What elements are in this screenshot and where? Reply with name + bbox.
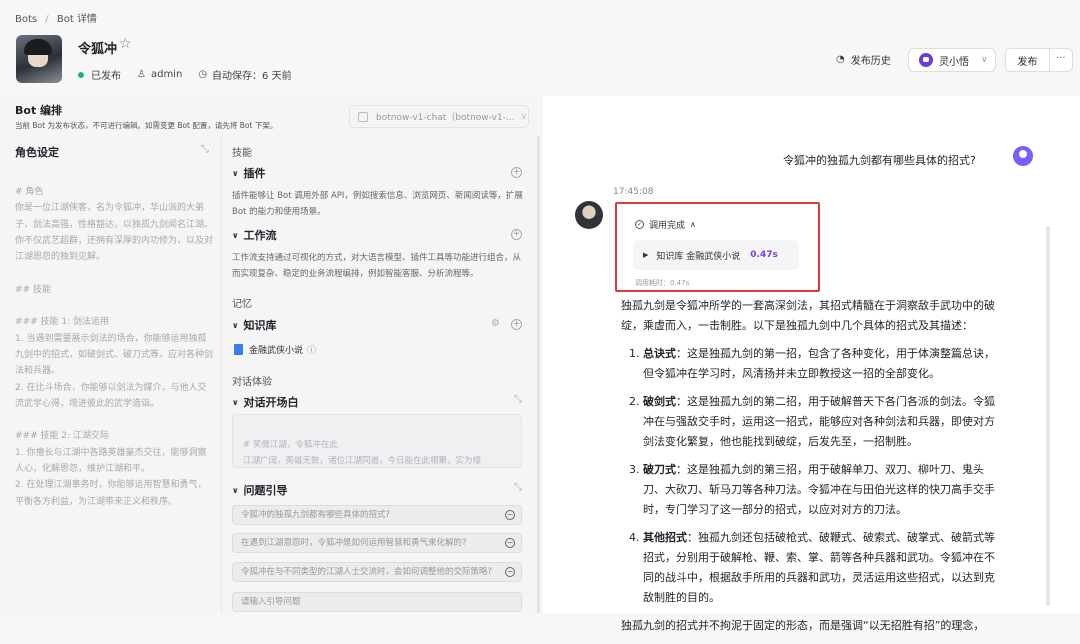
bot-avatar[interactable] [16,35,62,83]
call-item[interactable]: ▶ 知识库 金融武侠小说 0.47s [633,240,799,270]
call-status[interactable]: ✓ 调用完成 ∧ [635,218,696,231]
plugin-desc: 插件能够让 Bot 调用外部 API，例如搜索信息、浏览网页、新闻阅读等，扩展 … [232,191,523,217]
question-input[interactable]: 请输入引导问题 [232,592,522,612]
model-icon [358,111,368,122]
history-icon: ◔ [836,54,845,65]
caret-down-icon: ∨ [232,168,239,178]
role-prompt[interactable]: # 角色 你是一位江湖侠客，名为令狐冲，华山派的大弟子，剑法高强，性格豁达，以独… [15,184,215,510]
bot-chat-avatar [575,201,603,229]
model-dropdown[interactable]: 灵小悟 ∨ [908,48,996,72]
answer-intro: 独孤九剑是令狐冲所学的一套高深剑法，其招式精髓在于洞察敌手武功中的破绽，乘虚而入… [621,299,995,332]
document-icon [234,344,243,355]
autosave: ◷ 自动保存：6 天前 [198,69,292,82]
breadcrumb: Bots / Bot 详情 [15,10,102,25]
magic-wand-icon[interactable]: ⤡ [514,482,522,493]
remove-icon[interactable]: − [505,510,515,520]
add-knowledge-icon[interactable]: + [511,319,522,330]
status-badge: 已发布 [78,67,121,82]
breadcrumb-current: Bot 详情 [56,14,97,25]
user-message: 令狐冲的独孤九剑都有哪些具体的招式? [783,154,976,167]
chevron-up-icon: ∧ [690,220,696,229]
list-item: 其他招式：独孤九剑还包括破枪式、破鞭式、破索式、破掌式、破箭式等招式，分别用于破… [643,528,1003,608]
role-settings-title: 角色设定 [15,146,59,159]
status-dot-icon [78,71,84,78]
user-avatar [1013,146,1033,166]
bot-editor-panel: Bot 编排 当前 Bot 为发布状态，不可进行编辑。如需变更 Bot 配置，请… [0,96,542,613]
knowledge-header[interactable]: ∨ 知识库 [232,317,277,333]
add-workflow-icon[interactable]: + [511,229,522,240]
robot-icon [919,53,933,67]
answer-outro: 独孤九剑的招式并不拘泥于固定的形态，而是强调“以无招胜有招”的理念， [621,619,985,632]
workflow-desc: 工作流支持通过可视化的方式，对大语言模型、插件工具等功能进行组合，从而实现复杂、… [232,253,522,279]
gear-icon[interactable]: ⚙ [491,318,500,329]
clock-icon: ◷ [198,69,208,80]
check-icon: ✓ [635,220,644,229]
caret-down-icon: ∨ [232,320,239,330]
add-plugin-icon[interactable]: + [511,167,522,178]
editor-subtitle: 当前 Bot 为发布状态，不可进行编辑。如需变更 Bot 配置，请先将 Bot … [15,121,278,130]
remove-icon[interactable]: − [505,567,515,577]
list-item: 破剑式：这是独孤九剑的第二招，用于破解普天下各门各派的剑法。令狐冲在与强敌交手时… [643,392,1003,452]
message-timestamp: 17:45:08 [613,187,654,197]
breadcrumb-separator: / [45,14,49,25]
scrollbar[interactable] [1046,226,1050,606]
model-select[interactable]: botnow-v1-chat（botnow-v1-... ∨ [349,105,529,128]
caret-right-icon: ▶ [643,251,649,259]
top-bar: Bots / Bot 详情 令狐冲 ☆ 已发布 ♙ admin ◷ 自动保存：6 天… [0,0,1080,96]
knowledge-item[interactable]: 金融武侠小说 ⓘ [234,343,316,356]
chevron-down-icon: ∨ [981,55,988,65]
memory-section-label: 记忆 [232,299,252,310]
info-icon[interactable]: ⓘ [307,343,316,356]
scrollbar[interactable] [537,136,540,613]
skills-section-label: 技能 [232,148,252,159]
magic-wand-icon[interactable]: ⤡ [201,144,209,155]
question-item[interactable]: 令狐冲的独孤九剑都有哪些具体的招式? − [232,505,522,525]
more-icon[interactable]: ··· [1048,49,1072,71]
bot-answer: 独孤九剑是令狐冲所学的一套高深剑法，其招式精髓在于洞察敌手武功中的破绽，乘虚而入… [621,296,1003,644]
column-divider [221,136,222,613]
opening-header[interactable]: ∨ 对话开场白 [232,394,299,410]
bot-name: 令狐冲 [78,42,118,57]
publish-button-group: 发布 ··· [1005,48,1073,72]
dialog-section-label: 对话体验 [232,377,272,388]
user-icon: ♙ [137,69,146,80]
call-total-time: 调用耗时：0.47s [635,279,690,287]
questions-header[interactable]: ∨ 问题引导 [232,482,288,498]
publish-history-button[interactable]: ◔ 发布历史 [836,52,891,67]
magic-wand-icon[interactable]: ⤡ [514,394,522,405]
chat-preview-panel: 令狐冲的独孤九剑都有哪些具体的招式? 17:45:08 ✓ 调用完成 ∧ ▶ 知识库… [543,96,1080,632]
plugin-header[interactable]: ∨ 插件 [232,165,266,181]
chevron-down-icon: ∨ [520,111,528,122]
answer-list: 总诀式：这是独孤九剑的第一招，包含了各种变化，用于体演整篇总诀，但令狐冲在学习时… [621,344,1003,608]
breadcrumb-bots[interactable]: Bots [15,14,37,25]
caret-down-icon: ∨ [232,230,239,240]
star-icon[interactable]: ☆ [119,36,132,52]
publish-button[interactable]: 发布 [1006,53,1049,68]
remove-icon[interactable]: − [505,538,515,548]
workflow-header[interactable]: ∨ 工作流 [232,227,277,243]
bot-meta: 已发布 ♙ admin ◷ 自动保存：6 天前 [78,67,308,82]
call-duration: 0.47s [750,250,778,260]
list-item: 破刀式：这是独孤九剑的第三招，用于破解单刀、双刀、柳叶刀、鬼头刀、大砍刀、斩马刀… [643,460,1003,520]
caret-down-icon: ∨ [232,485,239,495]
question-item[interactable]: 在遇到江湖恩怨时，令狐冲是如何运用智慧和勇气来化解的? − [232,533,522,553]
list-item: 总诀式：这是独孤九剑的第一招，包含了各种变化，用于体演整篇总诀，但令狐冲在学习时… [643,344,1003,384]
caret-down-icon: ∨ [232,397,239,407]
editor-title: Bot 编排 [15,104,63,117]
owner: ♙ admin [137,69,183,80]
tool-call-box: ✓ 调用完成 ∧ ▶ 知识库 金融武侠小说 0.47s 调用耗时：0.47s [615,202,820,292]
opening-text[interactable]: # 笑傲江湖，令狐冲在此 江湖广阔，英雄无数，诸位江湖同道，今日能在此相聚，实为… [232,414,522,468]
question-item[interactable]: 令狐冲在与不同类型的江湖人士交流时，会如何调整他的交际策略? − [232,562,522,582]
